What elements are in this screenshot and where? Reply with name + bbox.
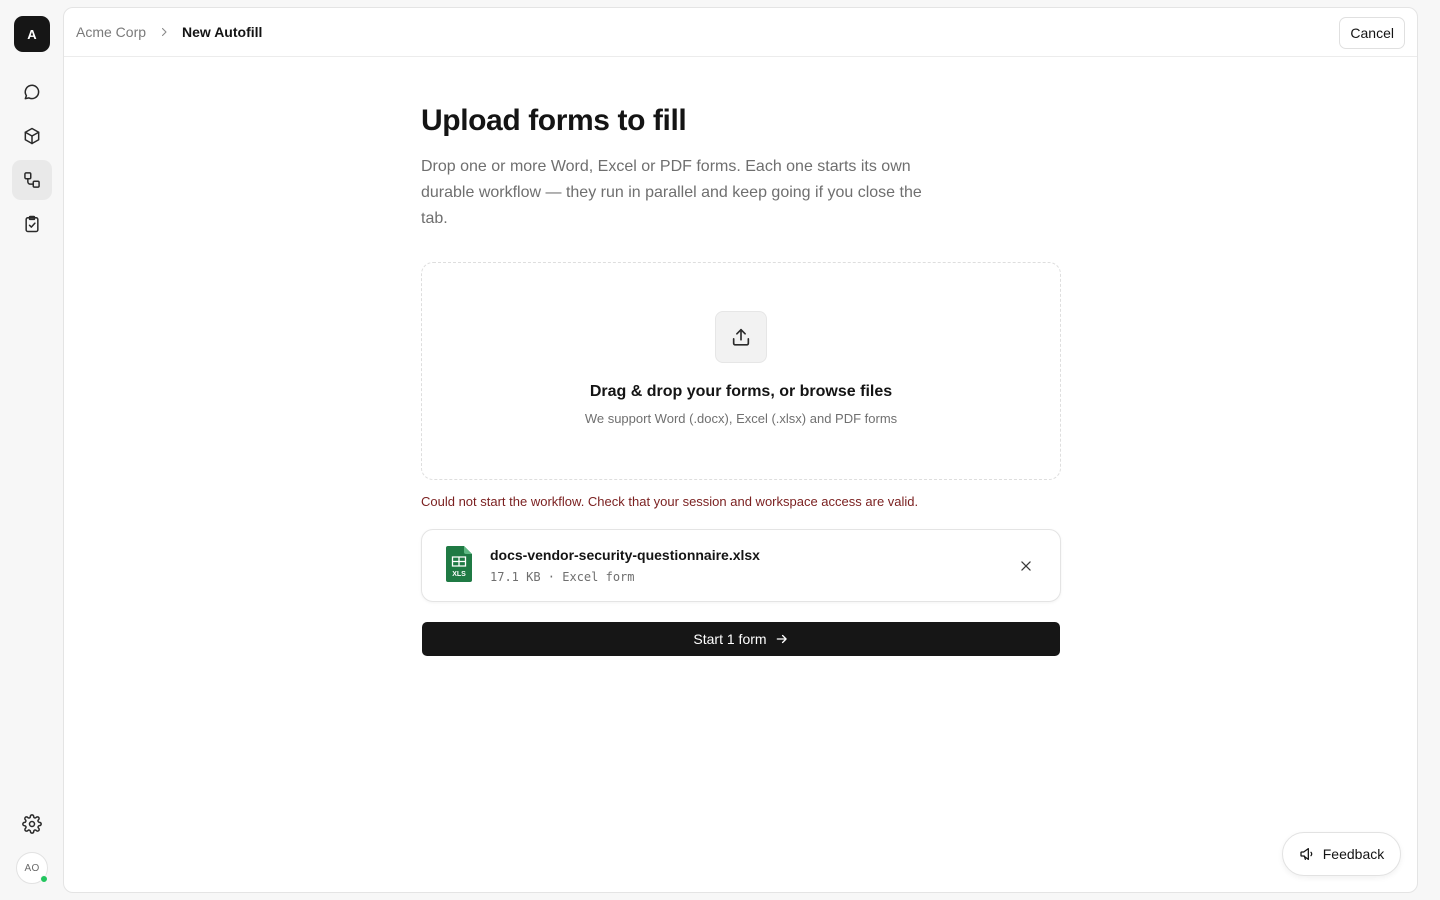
gear-icon: [22, 814, 42, 834]
arrow-right-icon: [776, 634, 787, 644]
rail-item-workflows[interactable]: [12, 160, 52, 200]
upload-icon-tile: [715, 311, 767, 363]
file-card: XLS docs-vendor-security-questionnaire.x…: [421, 529, 1061, 602]
upload-icon: [732, 328, 750, 346]
excel-file-icon: XLS: [446, 546, 472, 582]
remove-file-button[interactable]: [1016, 556, 1036, 576]
chevron-right-icon: [158, 26, 170, 38]
main-panel: Acme Corp New Autofill Cancel Upload for…: [63, 7, 1418, 893]
clipboard-check-icon: [25, 215, 39, 233]
user-avatar[interactable]: AO: [16, 852, 48, 884]
page-title: Upload forms to fill: [421, 104, 687, 137]
upload-section: Upload forms to fill Drop one or more Wo…: [421, 104, 1061, 656]
left-rail: A AO: [0, 0, 64, 900]
page-subtitle: Drop one or more Word, Excel or PDF form…: [421, 158, 922, 227]
rail-item-chat[interactable]: [12, 72, 52, 112]
cancel-button[interactable]: Cancel: [1339, 17, 1405, 49]
start-button-label: Start 1 form: [693, 631, 767, 647]
workflow-icon: [24, 172, 40, 188]
settings-button[interactable]: [12, 804, 52, 844]
workspace-logo[interactable]: A: [14, 16, 50, 52]
megaphone-icon: [1300, 848, 1313, 860]
cube-icon: [24, 127, 40, 145]
breadcrumb-root[interactable]: Acme Corp: [76, 24, 146, 40]
error-message: Could not start the workflow. Check that…: [421, 494, 919, 509]
workspace-initial: A: [27, 26, 37, 42]
feedback-button[interactable]: Feedback: [1282, 832, 1401, 876]
presence-indicator: [40, 875, 48, 883]
file-name: docs-vendor-security-questionnaire.xlsx: [490, 547, 760, 563]
rail-item-tasks[interactable]: [12, 204, 52, 244]
xls-icon-label: XLS: [452, 571, 466, 578]
close-icon: [1021, 561, 1031, 571]
rail-item-cube[interactable]: [12, 116, 52, 156]
breadcrumb-current: New Autofill: [182, 24, 263, 40]
dropzone-title[interactable]: Drag & drop your forms, or browse files: [590, 383, 892, 401]
feedback-label: Feedback: [1322, 846, 1385, 862]
chat-icon: [24, 84, 40, 100]
user-initials: AO: [24, 862, 40, 874]
start-forms-button[interactable]: Start 1 form: [422, 622, 1060, 656]
file-dropzone[interactable]: Drag & drop your forms, or browse files …: [421, 262, 1061, 480]
file-meta: 17.1 KB · Excel form: [490, 570, 635, 584]
dropzone-subtitle: We support Word (.docx), Excel (.xlsx) a…: [584, 411, 898, 426]
top-bar: Acme Corp New Autofill Cancel: [64, 8, 1417, 57]
